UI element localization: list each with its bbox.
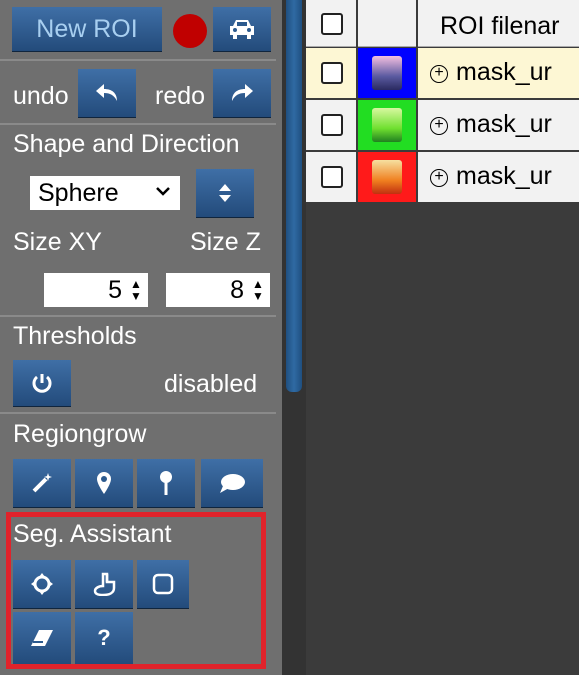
table-row-select-cell <box>306 100 356 150</box>
roi-color-swatch[interactable] <box>358 152 416 202</box>
record-indicator-icon[interactable] <box>173 14 207 48</box>
roi-filename: mask_ur <box>456 110 552 138</box>
car-icon <box>227 17 257 41</box>
thresholds-section-title: Thresholds <box>13 322 137 350</box>
size-xy-value: 5 <box>108 275 122 304</box>
magic-wand-icon <box>30 471 54 495</box>
regiongrow-section-title: Regiongrow <box>13 420 147 448</box>
table-row[interactable]: + mask_ur <box>418 100 579 150</box>
size-z-label: Size Z <box>190 228 261 256</box>
table-row[interactable]: + mask_ur <box>418 48 579 98</box>
chevron-down-icon <box>156 186 170 196</box>
select-all-checkbox[interactable] <box>321 13 343 35</box>
left-panel: New ROI undo redo Shape and Direction Sp… <box>0 0 282 675</box>
size-z-value: 8 <box>230 275 244 304</box>
redo-button[interactable] <box>213 69 271 118</box>
roi-table-area: ROI filenar + mask_ur + mask_ur + mask_ur <box>306 0 579 675</box>
power-icon <box>31 372 53 394</box>
expand-plus-icon[interactable]: + <box>430 169 448 187</box>
header-filename-cell[interactable]: ROI filenar <box>418 0 579 47</box>
push-pin-icon <box>158 470 174 496</box>
map-pin-icon <box>95 471 113 495</box>
table-row-select-cell <box>306 152 356 202</box>
roi-color-swatch[interactable] <box>358 100 416 150</box>
regiongrow-pin-button[interactable] <box>75 459 133 508</box>
regiongrow-comment-button[interactable] <box>201 459 263 508</box>
divider <box>0 412 276 414</box>
spinner-arrows-icon[interactable]: ▲ ▼ <box>126 275 146 305</box>
direction-toggle-button[interactable] <box>196 169 254 218</box>
regiongrow-pushpin-button[interactable] <box>137 459 195 508</box>
redo-icon <box>228 81 256 105</box>
undo-icon <box>93 81 121 105</box>
redo-label: redo <box>155 82 206 110</box>
row-checkbox[interactable] <box>321 62 343 84</box>
size-xy-label: Size XY <box>13 228 102 256</box>
sort-arrows-icon <box>217 181 233 205</box>
regiongrow-wand-button[interactable] <box>13 459 71 508</box>
shape-section-title: Shape and Direction <box>13 130 240 158</box>
car-button[interactable] <box>213 7 271 52</box>
new-roi-button[interactable]: New ROI <box>12 7 162 52</box>
header-color-cell <box>358 0 416 47</box>
expand-plus-icon[interactable]: + <box>430 117 448 135</box>
header-select-cell <box>306 0 356 47</box>
panel-scrollbar-thumb[interactable] <box>286 0 302 392</box>
thresholds-status: disabled <box>164 370 258 398</box>
size-z-input[interactable]: 8 ▲ ▼ <box>166 273 270 307</box>
new-roi-label: New ROI <box>36 14 138 43</box>
undo-button[interactable] <box>78 69 136 118</box>
size-xy-input[interactable]: 5 ▲ ▼ <box>44 273 148 307</box>
seg-assistant-highlight <box>6 512 266 669</box>
divider <box>0 315 276 317</box>
shape-select[interactable]: Sphere <box>30 176 180 210</box>
table-row[interactable]: + mask_ur <box>418 152 579 202</box>
header-filename: ROI filenar <box>440 12 560 40</box>
row-checkbox[interactable] <box>321 166 343 188</box>
roi-color-swatch[interactable] <box>358 48 416 98</box>
divider <box>0 59 276 61</box>
shape-select-value: Sphere <box>38 178 119 207</box>
row-checkbox[interactable] <box>321 114 343 136</box>
roi-filename: mask_ur <box>456 162 552 190</box>
divider <box>0 123 276 125</box>
table-row-select-cell <box>306 48 356 98</box>
thresholds-power-button[interactable] <box>13 360 71 407</box>
comment-icon <box>218 472 246 494</box>
undo-label: undo <box>13 82 69 110</box>
spinner-arrows-icon[interactable]: ▲ ▼ <box>248 275 268 305</box>
roi-filename: mask_ur <box>456 58 552 86</box>
expand-plus-icon[interactable]: + <box>430 65 448 83</box>
